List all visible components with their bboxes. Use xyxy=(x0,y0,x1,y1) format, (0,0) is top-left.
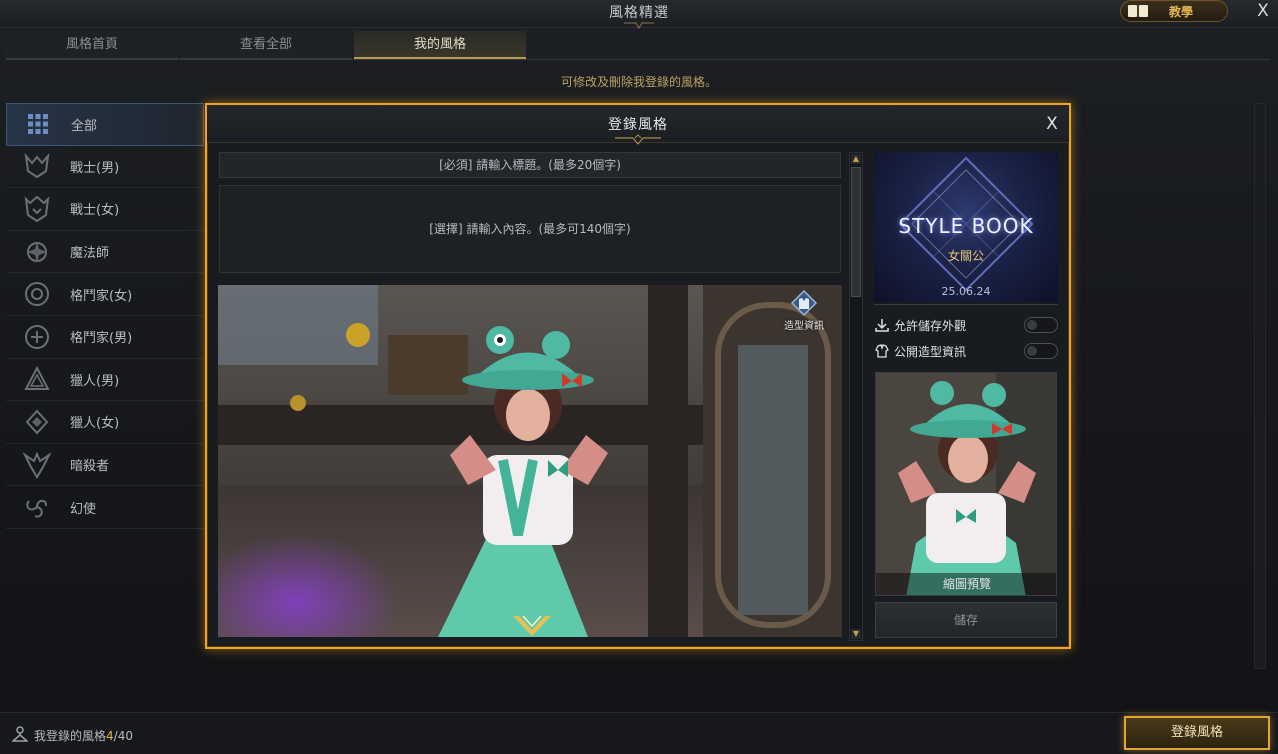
specialist-icon xyxy=(20,492,54,522)
sidebar-item-label: 幻使 xyxy=(70,501,97,517)
character-screenshot[interactable] xyxy=(218,285,842,637)
stylebook-title: STYLE BOOK xyxy=(898,214,1034,238)
registered-count-text: 我登錄的風格4/40 xyxy=(34,727,133,744)
sidebar-item-martial-artist-male[interactable]: 格鬥家(男) xyxy=(6,316,204,359)
notice-text: 可修改及刪除我登錄的風格。 xyxy=(560,75,717,89)
stylebook-character-name: 女關公 xyxy=(947,249,984,263)
thumbnail-image xyxy=(876,373,1056,595)
sidebar-item-label: 戰士(男) xyxy=(70,160,120,176)
style-info-label: 造型資訊 xyxy=(784,321,824,332)
public-outfit-info-label: 公開造型資訊 xyxy=(894,344,967,359)
outfit-icon xyxy=(875,344,889,358)
warrior-male-icon xyxy=(20,151,54,181)
grid-icon xyxy=(21,109,55,139)
tab-bar: 風格首頁 查看全部 我的風格 xyxy=(6,31,526,59)
public-outfit-info-toggle[interactable] xyxy=(1024,343,1058,359)
sidebar-item-mage[interactable]: 魔法師 xyxy=(6,231,204,274)
assassin-icon xyxy=(20,450,54,480)
download-icon xyxy=(875,319,889,332)
martial-artist-male-icon xyxy=(20,322,54,352)
style-info-button[interactable]: 造型資訊 xyxy=(773,289,835,335)
warrior-female-icon xyxy=(20,194,54,224)
form-scrollbar[interactable]: ▲ ▼ xyxy=(849,152,863,641)
sidebar-item-label: 暗殺者 xyxy=(70,459,110,475)
title-bar: 風格精選 教學 X xyxy=(0,0,1278,29)
toggle-knob xyxy=(1027,320,1037,330)
allow-save-appearance-toggle[interactable] xyxy=(1024,317,1058,333)
allow-save-appearance-label: 允許儲存外觀 xyxy=(894,318,967,333)
tutorial-button[interactable]: 教學 xyxy=(1120,0,1228,22)
sidebar-item-warrior-male[interactable]: 戰士(男) xyxy=(6,146,204,189)
chevron-down-icon[interactable] xyxy=(509,610,555,644)
sidebar-item-label: 獵人(女) xyxy=(70,416,120,432)
book-icon xyxy=(1128,5,1148,17)
registered-count: 我登錄的風格4/40 xyxy=(12,726,133,744)
register-style-dialog: 登錄風格 X [必須] 請輸入標題。(最多20個字) [選擇] 請輸入內容。(最… xyxy=(205,103,1071,649)
thumbnail-preview[interactable]: 縮圖預覽 xyxy=(875,372,1057,596)
title-ornament-icon xyxy=(624,22,654,29)
class-filter-sidebar: 全部 戰士(男) 戰士(女) 魔法師 格鬥家(女) 格鬥家(男) 獵人(男) 獵… xyxy=(6,103,204,529)
sidebar-item-label: 格鬥家(男) xyxy=(70,331,133,347)
sidebar-item-label: 格鬥家(女) xyxy=(70,288,133,304)
sidebar-item-assassin[interactable]: 暗殺者 xyxy=(6,444,204,487)
register-style-button[interactable]: 登錄風格 xyxy=(1124,716,1270,750)
sidebar-item-label: 戰士(女) xyxy=(70,203,120,219)
sidebar-item-label: 全部 xyxy=(71,118,98,134)
sidebar-item-all[interactable]: 全部 xyxy=(6,103,204,146)
outfit-icon xyxy=(790,289,818,317)
thumbnail-preview-label: 縮圖預覽 xyxy=(876,573,1056,595)
stylebook-date: 25.06.24 xyxy=(941,285,991,298)
content-textarea[interactable]: [選擇] 請輸入內容。(最多可140個字) xyxy=(219,185,841,273)
dialog-title: 登錄風格 xyxy=(608,117,668,133)
title-ornament-icon xyxy=(615,134,661,145)
style-gallery-window: 風格精選 教學 X 風格首頁 查看全部 我的風格 可修改及刪除我登錄的風格。 全… xyxy=(0,0,1278,754)
allow-save-appearance-row: 允許儲存外觀 xyxy=(874,315,1058,335)
registered-current: 4 xyxy=(106,728,114,743)
sidebar-item-gunner-male[interactable]: 獵人(男) xyxy=(6,359,204,402)
tab-style-home[interactable]: 風格首頁 xyxy=(6,31,178,59)
tab-view-all[interactable]: 查看全部 xyxy=(180,31,352,59)
scroll-down-arrow-icon[interactable]: ▼ xyxy=(851,629,861,639)
martial-artist-female-icon xyxy=(20,279,54,309)
tutorial-label: 教學 xyxy=(1169,4,1194,19)
gunner-male-icon xyxy=(20,364,54,394)
title-input[interactable]: [必須] 請輸入標題。(最多20個字) xyxy=(219,152,841,178)
panel-divider xyxy=(874,304,1058,305)
stylebook-card: STYLE BOOK 女關公 25.06.24 xyxy=(874,152,1058,302)
registered-label: 我登錄的風格 xyxy=(34,728,107,743)
dialog-close-button[interactable]: X xyxy=(1041,113,1063,135)
sidebar-item-label: 獵人(男) xyxy=(70,373,120,389)
gunner-female-icon xyxy=(20,407,54,437)
toggle-knob xyxy=(1027,346,1037,356)
tab-divider xyxy=(6,59,1270,60)
save-button[interactable]: 儲存 xyxy=(875,602,1057,638)
registered-total: /40 xyxy=(113,728,133,743)
scroll-thumb[interactable] xyxy=(851,167,861,297)
sidebar-item-martial-artist-female[interactable]: 格鬥家(女) xyxy=(6,273,204,316)
gallery-scrollbar[interactable] xyxy=(1254,103,1266,669)
sidebar-item-label: 魔法師 xyxy=(70,246,110,262)
footer-bar xyxy=(0,712,1278,754)
tab-my-style[interactable]: 我的風格 xyxy=(354,31,526,59)
mage-icon xyxy=(20,237,54,267)
sidebar-item-specialist[interactable]: 幻使 xyxy=(6,486,204,529)
scroll-up-arrow-icon[interactable]: ▲ xyxy=(851,154,861,164)
character-scene-image xyxy=(218,285,842,637)
sidebar-item-warrior-female[interactable]: 戰士(女) xyxy=(6,188,204,231)
window-title: 風格精選 xyxy=(609,5,669,21)
window-close-button[interactable]: X xyxy=(1252,0,1274,22)
hanger-icon xyxy=(12,726,28,742)
sidebar-item-gunner-female[interactable]: 獵人(女) xyxy=(6,401,204,444)
public-outfit-info-row: 公開造型資訊 xyxy=(874,341,1058,361)
dialog-header: 登錄風格 X xyxy=(207,105,1069,145)
